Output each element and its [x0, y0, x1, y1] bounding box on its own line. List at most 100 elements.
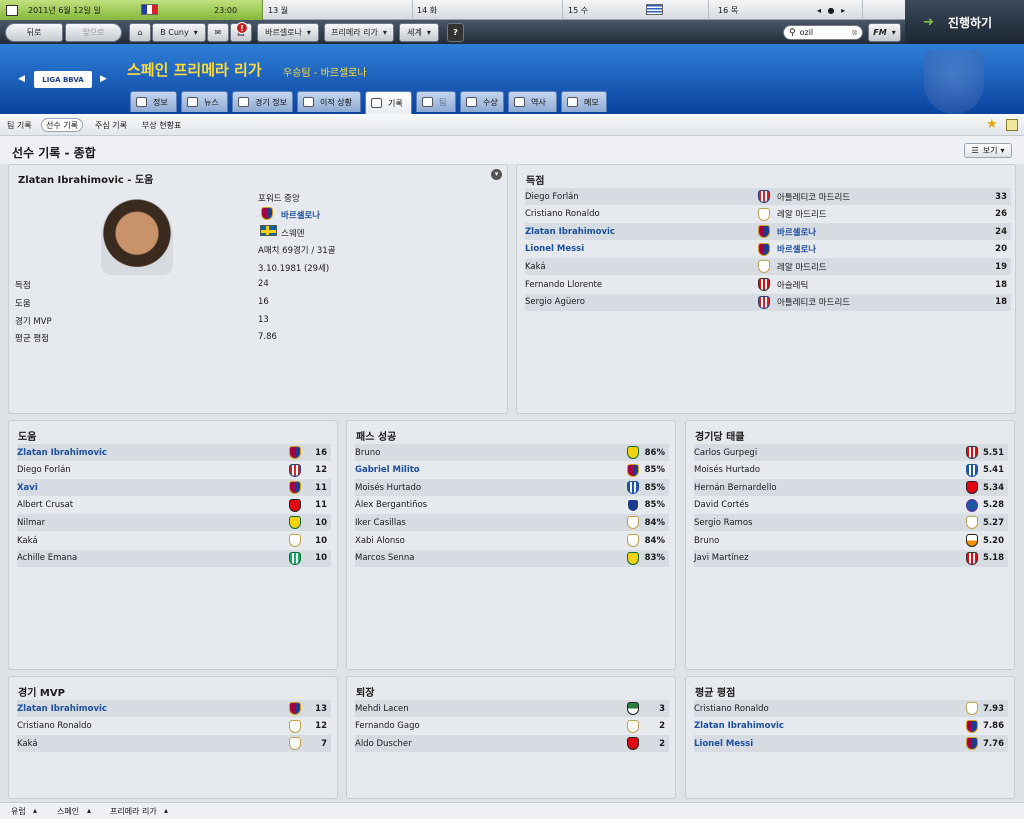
club-crest-icon — [289, 481, 301, 495]
table-row[interactable]: Zlatan Ibrahimovic 7.86 — [694, 718, 1008, 735]
table-row[interactable]: Lionel Messi 바르셀로나 20 — [525, 241, 1011, 258]
table-row[interactable]: Marcos Senna 83% — [355, 549, 669, 567]
club-name[interactable]: 바르셀로나 — [777, 226, 957, 238]
table-row[interactable]: Fernando Gago 2 — [355, 718, 669, 735]
subnav-player-records[interactable]: 선수 기록 — [41, 118, 83, 132]
home-button[interactable]: ⌂ — [129, 23, 151, 42]
back-button[interactable]: 뒤로 — [5, 23, 63, 42]
player-name[interactable]: Lionel Messi — [694, 739, 874, 749]
table-row[interactable]: Sergio Ramos 5.27 — [694, 514, 1008, 532]
tab-history[interactable]: 역사 — [508, 91, 557, 112]
tab-records[interactable]: 기록 — [365, 91, 412, 114]
breadcrumb-europe[interactable]: 유럽 — [11, 806, 26, 817]
table-row[interactable]: Moisés Hurtado 85% — [355, 479, 669, 497]
tab-teams[interactable]: 팀 — [416, 91, 456, 112]
calendar-day[interactable]: 14 화 — [413, 0, 563, 20]
club-crest-icon — [627, 481, 639, 495]
next-arrow-icon[interactable]: ▶ — [100, 74, 107, 84]
fm-menu-button[interactable]: FM — [868, 23, 901, 42]
table-row[interactable]: Diego Forlán 아틀레티코 마드리드 33 — [525, 188, 1011, 205]
calendar-icon[interactable] — [6, 4, 18, 16]
player-club-link[interactable]: 바르셀로나 — [281, 209, 320, 221]
table-row[interactable]: Diego Forlán 12 — [17, 462, 331, 479]
clear-search-icon[interactable]: ⊗ — [851, 28, 858, 37]
calendar-today[interactable]: 2011년 6월 12일 일 23:00 — [0, 0, 263, 20]
table-row[interactable]: Álex Bergantiños 85% — [355, 497, 669, 514]
table-row[interactable]: Lionel Messi 7.76 — [694, 735, 1008, 753]
table-row[interactable]: Zlatan Ibrahimovic 16 — [17, 444, 331, 461]
table-row[interactable]: Mehdi Lacen 3 — [355, 700, 669, 717]
breadcrumb-spain[interactable]: 스페인 — [57, 806, 79, 817]
club-name[interactable]: 바르셀로나 — [777, 243, 957, 255]
table-row[interactable]: David Cortés 5.28 — [694, 497, 1008, 514]
player-name: Moisés Hurtado — [694, 465, 761, 476]
table-row[interactable]: Aldo Duscher 2 — [355, 735, 669, 753]
table-row[interactable]: Bruno 5.20 — [694, 532, 1008, 549]
table-row[interactable]: Moisés Hurtado 5.41 — [694, 462, 1008, 479]
search-input[interactable]: ozil — [800, 28, 814, 37]
player-name[interactable]: Zlatan Ibrahimovic — [17, 704, 197, 714]
table-row[interactable]: Iker Casillas 84% — [355, 514, 669, 532]
stat-value: 5.27 — [983, 517, 1004, 528]
world-dropdown[interactable]: 세계 — [399, 23, 439, 42]
tab-notes[interactable]: 메모 — [561, 91, 607, 112]
club-crest-icon — [627, 737, 639, 751]
player-name[interactable]: Lionel Messi — [525, 244, 705, 254]
help-button[interactable]: ? — [447, 23, 464, 42]
team-dropdown[interactable]: 바르셀로나 — [257, 23, 319, 42]
table-row[interactable]: Kaká 10 — [17, 532, 331, 549]
table-row[interactable]: Carlos Gurpegi 5.51 — [694, 444, 1008, 461]
subnav-referee-records[interactable]: 주심 기록 — [91, 118, 131, 132]
table-row[interactable]: Gabriel Milito 85% — [355, 462, 669, 479]
table-row[interactable]: Hernán Bernardello 5.34 — [694, 479, 1008, 497]
table-row[interactable]: Xabi Alonso 84% — [355, 532, 669, 549]
panel-menu-icon[interactable]: ▾ — [491, 169, 502, 180]
tab-transfers[interactable]: 이적 상황 — [297, 91, 361, 112]
table-row[interactable]: Cristiano Ronaldo 레알 마드리드 26 — [525, 206, 1011, 223]
manager-dropdown[interactable]: B Cuny — [152, 23, 206, 42]
tab-awards[interactable]: 수상 — [460, 91, 504, 112]
player-name[interactable]: Zlatan Ibrahimovic — [525, 227, 705, 237]
inbox-button[interactable]: ✉ — [207, 23, 229, 42]
calendar-day[interactable]: 13 월 — [263, 0, 413, 20]
table-row[interactable]: Xavi 11 — [17, 479, 331, 497]
calendar-day[interactable]: 16 목 ◂ ● ▸ — [709, 0, 863, 20]
table-row[interactable]: Nilmar 10 — [17, 514, 331, 532]
table-row[interactable]: Bruno 86% — [355, 444, 669, 461]
subnav-injury-table[interactable]: 부상 현황표 — [138, 118, 185, 132]
prev-arrow-icon[interactable]: ◀ — [18, 74, 25, 84]
table-row[interactable]: Javi Martínez 5.18 — [694, 549, 1008, 567]
stat-value: 5.28 — [983, 500, 1004, 511]
table-row[interactable]: Fernando Llorente 아슬레틱 18 — [525, 276, 1011, 293]
player-name[interactable]: Zlatan Ibrahimovic — [694, 721, 874, 731]
forward-button[interactable]: 앞으로 — [65, 23, 122, 42]
table-row[interactable]: Albert Crusat 11 — [17, 497, 331, 514]
table-row[interactable]: Achille Emana 10 — [17, 549, 331, 567]
calendar-day[interactable]: 15 수 — [563, 0, 709, 20]
breadcrumb-league[interactable]: 프리메라 리가 — [110, 806, 157, 817]
player-name[interactable]: Gabriel Milito — [355, 465, 535, 475]
add-note-icon[interactable] — [1006, 119, 1018, 131]
search-box[interactable]: ⚲ ozil ⊗ — [783, 25, 863, 40]
tab-match-info[interactable]: 경기 정보 — [232, 91, 293, 112]
table-row[interactable]: Kaká 레알 마드리드 19 — [525, 258, 1011, 276]
table-row[interactable]: Zlatan Ibrahimovic 13 — [17, 700, 331, 717]
league-dropdown[interactable]: 프리메라 리가 — [324, 23, 394, 42]
player-name[interactable]: Xavi — [17, 483, 197, 493]
competition-header: ◀ LIGA BBVA ▶ 스페인 프리메라 리가 우승팀 - 바르셀로나 정보… — [0, 44, 1024, 114]
tab-info[interactable]: 정보 — [130, 91, 177, 112]
star-icon[interactable]: ★ — [986, 117, 998, 132]
table-row[interactable]: Cristiano Ronaldo 7.93 — [694, 700, 1008, 717]
table-row[interactable]: Zlatan Ibrahimovic 바르셀로나 24 — [525, 223, 1011, 241]
table-row[interactable]: Cristiano Ronaldo 12 — [17, 718, 331, 735]
tab-news[interactable]: 뉴스 — [181, 91, 228, 112]
day-label: 16 목 — [718, 5, 739, 15]
panel-title: 평균 평점 — [695, 688, 736, 699]
player-name[interactable]: Zlatan Ibrahimovic — [17, 448, 197, 458]
continue-button[interactable]: ➜ 진행하기 — [905, 0, 1024, 44]
calendar-nav[interactable]: ◂ ● ▸ — [817, 6, 847, 15]
table-row[interactable]: Sergio Agüero 아틀레티코 마드리드 18 — [525, 293, 1011, 311]
view-dropdown[interactable]: ☰ 보기 ▾ — [964, 143, 1012, 158]
subnav-team-records[interactable]: 팀 기록 — [3, 118, 36, 132]
table-row[interactable]: Kaká 7 — [17, 735, 331, 753]
